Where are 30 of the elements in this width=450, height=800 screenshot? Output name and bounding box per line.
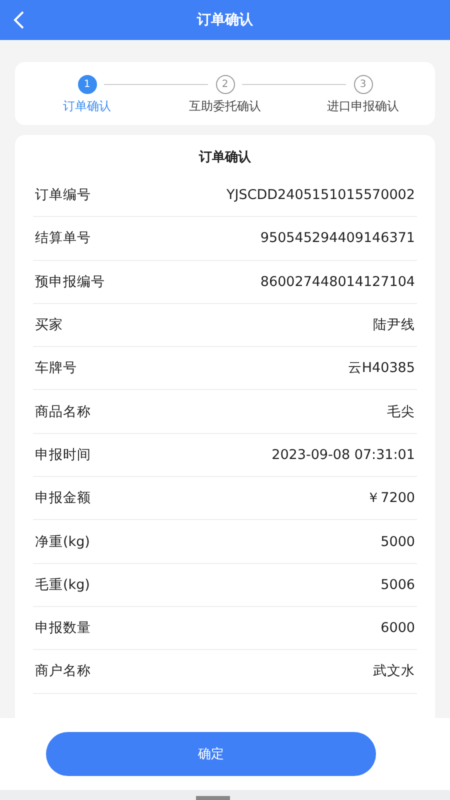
field-label: 申报金额 — [34, 489, 91, 508]
field-label: 车牌号 — [34, 359, 77, 378]
field-value: 云H40385 — [348, 359, 416, 378]
field-value: 5000 — [380, 534, 416, 550]
field-label: 申报数量 — [34, 619, 91, 638]
field-label: 结算单号 — [34, 229, 91, 248]
field-label: 预申报编号 — [34, 272, 105, 291]
field-label: 毛重(kg) — [34, 576, 90, 594]
field-value: ￥7200 — [366, 489, 416, 508]
card-title: 订单确认 — [198, 149, 252, 167]
field-label: 商户名称 — [34, 662, 91, 680]
field-label: 净重(kg) — [34, 532, 90, 551]
field-label: 商品名称 — [34, 402, 91, 421]
field-value: 武文水 — [373, 662, 416, 680]
field-value: 2023-09-08 07:31:01 — [272, 446, 416, 463]
field-value: 6000 — [380, 620, 416, 636]
field-label: 买家 — [34, 316, 63, 334]
field-value: YJSCDD2405151015570002 — [226, 187, 416, 204]
field-value: 950545294409146371 — [260, 230, 416, 246]
field-value: 毛尖 — [387, 402, 416, 421]
page-title: 订单确认 — [197, 11, 253, 29]
field-value: 860027448014127104 — [260, 274, 416, 290]
field-value: 陆尹线 — [373, 316, 416, 334]
field-label: 申报时间 — [34, 446, 91, 464]
field-label: 订单编号 — [34, 186, 91, 204]
back-icon[interactable] — [13, 10, 25, 30]
field-value: 5006 — [380, 576, 416, 593]
confirm-button[interactable]: 确定 — [46, 732, 376, 776]
step[interactable]: 2 互助委托确认 — [183, 75, 267, 115]
step[interactable]: 3 进口申报确认 — [321, 75, 405, 115]
